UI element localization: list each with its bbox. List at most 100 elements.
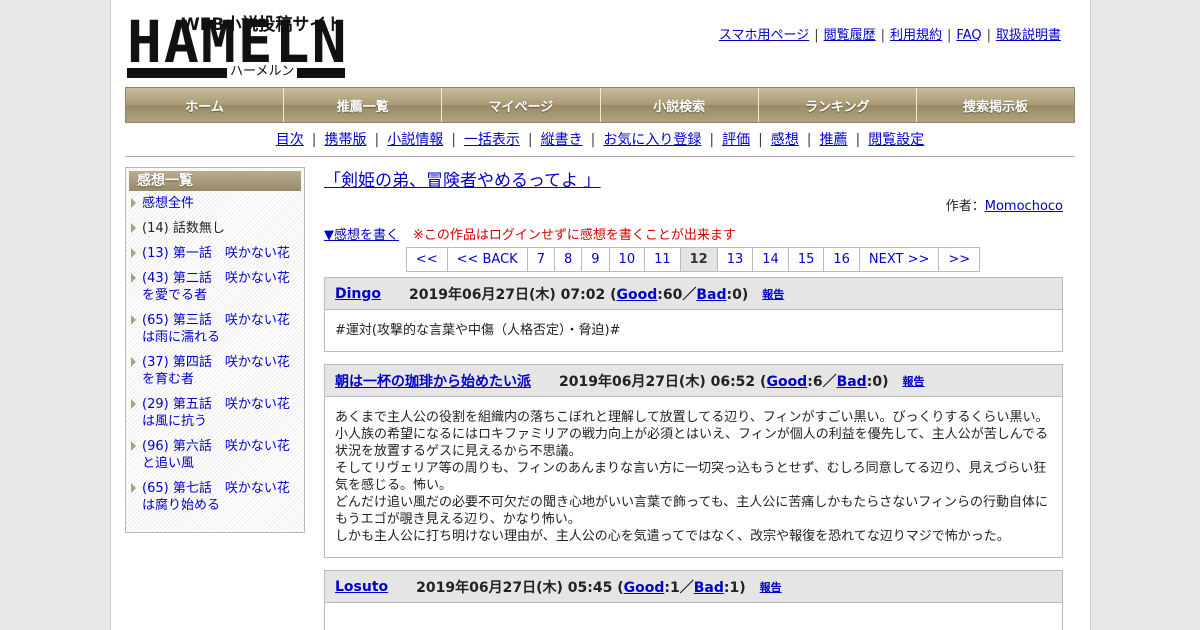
sidebar-item[interactable]: (65) 第七話 咲かない花は腐り始める bbox=[131, 480, 298, 514]
sidebar-item-link[interactable]: (96) 第六話 咲かない花と追い風 bbox=[142, 439, 290, 471]
sidebar-item[interactable]: (13) 第一話 咲かない花 bbox=[131, 245, 298, 262]
pager-link[interactable]: 8 bbox=[553, 247, 583, 272]
sub-nav-link[interactable]: 縦書き bbox=[541, 132, 583, 148]
separator: | bbox=[806, 132, 812, 148]
pager-current: 12 bbox=[679, 247, 718, 272]
main-nav: ホーム 推薦一覧 マイページ 小説検索 ランキング 捜索掲示板 bbox=[125, 87, 1075, 123]
sidebar-item-label: (14) 話数無し bbox=[142, 221, 225, 236]
sidebar-item[interactable]: (96) 第六話 咲かない花と追い風 bbox=[131, 438, 298, 472]
sub-nav-link[interactable]: 評価 bbox=[722, 132, 750, 148]
separator: | bbox=[947, 28, 952, 43]
sub-nav-link[interactable]: 一括表示 bbox=[464, 132, 520, 148]
sidebar-item-link[interactable]: (65) 第三話 咲かない花は雨に濡れる bbox=[142, 313, 290, 345]
comment-date-text: 2019年06月27日(木) 07:02 bbox=[409, 286, 606, 303]
pager-link[interactable]: 10 bbox=[608, 247, 646, 272]
comment-user-link[interactable]: 朝は一杯の珈琲から始めたい派 bbox=[335, 371, 531, 391]
top-link[interactable]: 取扱説明書 bbox=[996, 28, 1061, 43]
logo-kana: ハーメルン bbox=[227, 64, 298, 80]
comment-body bbox=[325, 603, 1062, 630]
good-link[interactable]: Good bbox=[616, 287, 657, 303]
slash: ／ bbox=[682, 286, 697, 303]
bad-link[interactable]: Bad bbox=[694, 580, 724, 596]
sidebar-item-link[interactable]: (29) 第五話 咲かない花は風に抗う bbox=[142, 397, 290, 429]
pager-link[interactable]: >> bbox=[938, 247, 981, 272]
sub-nav-link[interactable]: お気に入り登録 bbox=[603, 132, 701, 148]
sidebar: 感想一覧 感想全件 (14) 話数無し (13) 第一話 咲かない花 (43) 第二話… bbox=[125, 167, 305, 533]
sidebar-item[interactable]: (29) 第五話 咲かない花は風に抗う bbox=[131, 396, 298, 430]
bad-link[interactable]: Bad bbox=[696, 287, 726, 303]
sub-nav-link[interactable]: 閲覧設定 bbox=[868, 132, 924, 148]
pager-link[interactable]: 9 bbox=[581, 247, 610, 272]
pager-link[interactable]: 13 bbox=[716, 247, 754, 272]
good-count: 1 bbox=[669, 579, 680, 596]
good-link[interactable]: Good bbox=[766, 374, 807, 390]
sidebar-item[interactable]: (43) 第二話 咲かない花を愛でる者 bbox=[131, 270, 298, 304]
sub-nav-link[interactable]: 小説情報 bbox=[387, 132, 443, 148]
separator: | bbox=[855, 132, 861, 148]
sub-nav-link[interactable]: 携帯版 bbox=[324, 132, 366, 148]
main-nav-item[interactable]: 捜索掲示板 bbox=[916, 88, 1075, 122]
sidebar-item[interactable]: 感想全件 bbox=[131, 195, 298, 212]
pager-link[interactable]: 16 bbox=[823, 247, 860, 272]
page: WEB小説投稿サイト HAMELN ハーメルン スマホ用ページ | 閲覧履歴 | 利用規… bbox=[110, 0, 1091, 630]
top-link[interactable]: 利用規約 bbox=[890, 28, 942, 43]
write-row: ▼感想を書く ※この作品はログインせずに感想を書くことが出来ます bbox=[324, 224, 1063, 243]
sub-nav-link[interactable]: 推薦 bbox=[820, 132, 848, 148]
sidebar-item-link[interactable]: (43) 第二話 咲かない花を愛でる者 bbox=[142, 271, 290, 303]
pager-link[interactable]: 15 bbox=[787, 247, 825, 272]
author-link[interactable]: Momochoco bbox=[985, 199, 1063, 214]
triangle-right-icon bbox=[131, 315, 136, 325]
sidebar-item[interactable]: (37) 第四話 咲かない花を育む者 bbox=[131, 354, 298, 388]
pager-link[interactable]: 7 bbox=[526, 247, 555, 272]
top-link[interactable]: 閲覧履歴 bbox=[824, 28, 876, 43]
novel-title-link[interactable]: 「剣姫の弟、冒険者やめるってよ 」 bbox=[324, 166, 601, 191]
triangle-right-icon bbox=[131, 483, 136, 493]
comment-header: 朝は一杯の珈琲から始めたい派 2019年06月27日(木) 06:52 (Good… bbox=[325, 365, 1062, 397]
paren: ( bbox=[605, 286, 617, 303]
comment-user-link[interactable]: Losuto bbox=[335, 579, 388, 595]
report-link[interactable]: 報告 bbox=[902, 373, 924, 389]
comment-line: 小人族の希望になるにはロキファミリアの戦力向上が必須とはいえ、フィンが個人の利益… bbox=[335, 427, 1049, 459]
triangle-right-icon bbox=[131, 198, 136, 208]
main-nav-item[interactable]: ホーム bbox=[126, 88, 285, 122]
pager-link[interactable]: 14 bbox=[752, 247, 789, 272]
report-link[interactable]: 報告 bbox=[760, 579, 782, 595]
bad-count: 0 bbox=[872, 373, 883, 390]
main-nav-item[interactable]: 小説検索 bbox=[600, 88, 759, 122]
site-logo[interactable]: WEB小説投稿サイト HAMELN ハーメルン bbox=[127, 10, 347, 82]
bad-link[interactable]: Bad bbox=[837, 374, 867, 390]
triangle-right-icon bbox=[131, 441, 136, 451]
report-link[interactable]: 報告 bbox=[762, 286, 784, 302]
main-nav-item[interactable]: マイページ bbox=[442, 88, 601, 122]
sidebar-item-link[interactable]: 感想全件 bbox=[142, 196, 194, 211]
sub-nav-link[interactable]: 感想 bbox=[771, 132, 799, 148]
sidebar-item-link[interactable]: (37) 第四話 咲かない花を育む者 bbox=[142, 355, 290, 387]
comment-line: そしてリヴェリア等の周りも、フィンのあんまりな言い方に一切突っ込もうとせず、むし… bbox=[335, 461, 1047, 493]
comment-user-link[interactable]: Dingo bbox=[335, 286, 381, 302]
main-nav-item[interactable]: ランキング bbox=[758, 88, 917, 122]
top-link[interactable]: FAQ bbox=[956, 28, 981, 43]
good-link[interactable]: Good bbox=[624, 580, 665, 596]
good-count: 6 bbox=[812, 373, 823, 390]
main-nav-item[interactable]: 推薦一覧 bbox=[284, 88, 443, 122]
pager-link[interactable]: NEXT >> bbox=[858, 247, 940, 272]
sidebar-item-link[interactable]: (13) 第一話 咲かない花 bbox=[142, 246, 290, 261]
top-link[interactable]: スマホ用ページ bbox=[719, 28, 809, 43]
sub-nav-link[interactable]: 目次 bbox=[276, 132, 304, 148]
sidebar-item: (14) 話数無し bbox=[131, 220, 298, 237]
good-count: 60 bbox=[662, 286, 683, 303]
main-content: 「剣姫の弟、冒険者やめるってよ 」 作者：Momochoco ▼感想を書く ※この… bbox=[324, 166, 1063, 630]
comment-date: 2019年06月27日(木) 05:45 (Good:1／Bad:1) bbox=[416, 577, 745, 597]
sidebar-title: 感想一覧 bbox=[129, 171, 301, 191]
comment-line: あくまで主人公の役割を組織内の落ちこぼれと理解して放置してる辺り、フィンがすごい… bbox=[335, 410, 1049, 425]
pagination: << << BACK 7 8 9 10 11 12 13 14 15 16 NEXT >> >> bbox=[324, 247, 1063, 272]
sidebar-item-link[interactable]: (65) 第七話 咲かない花は腐り始める bbox=[142, 481, 290, 513]
pager-link[interactable]: 11 bbox=[644, 247, 681, 272]
comment-body: あくまで主人公の役割を組織内の落ちこぼれと理解して放置してる辺り、フィンがすごい… bbox=[325, 397, 1062, 557]
sidebar-item[interactable]: (65) 第三話 咲かない花は雨に濡れる bbox=[131, 312, 298, 346]
pager-link[interactable]: << bbox=[405, 247, 448, 272]
separator: | bbox=[758, 132, 763, 148]
pager-link[interactable]: << BACK bbox=[446, 247, 528, 272]
bad-count: 1 bbox=[729, 579, 740, 596]
write-comment-link[interactable]: ▼感想を書く bbox=[324, 228, 399, 243]
